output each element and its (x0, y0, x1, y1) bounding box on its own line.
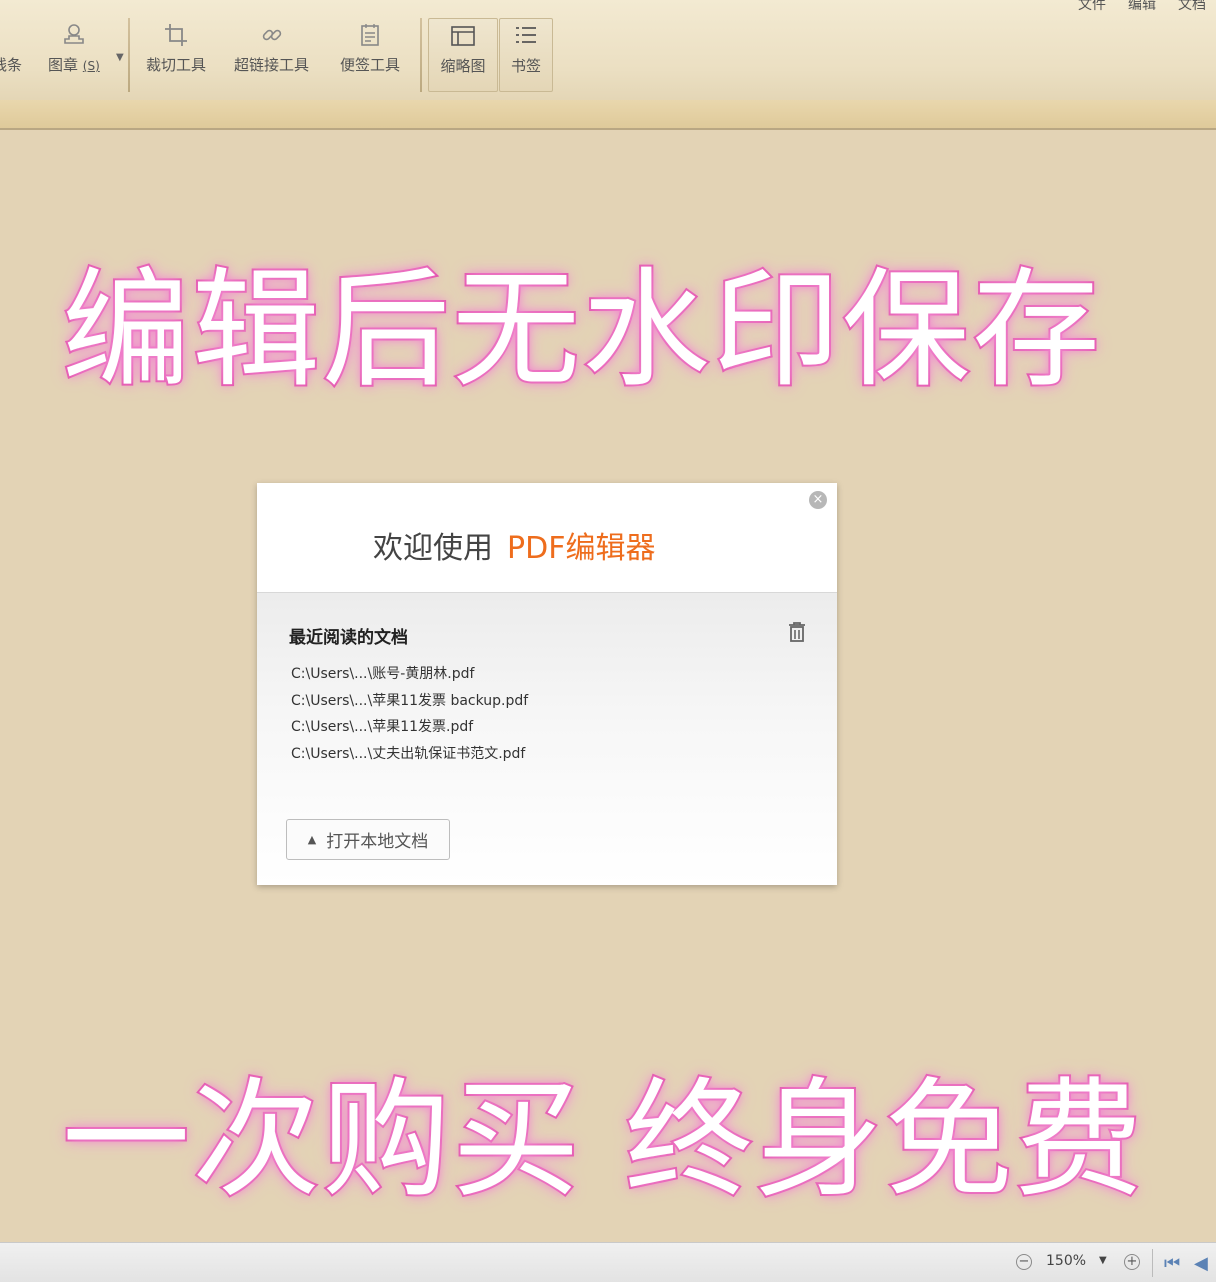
recent-file-item[interactable]: C:\Users\...\苹果11发票 backup.pdf (291, 688, 528, 715)
zoom-out-icon[interactable]: − (1016, 1254, 1032, 1270)
link-icon (259, 22, 285, 48)
thumbnail-view-label: 缩略图 (440, 57, 486, 75)
note-tool-label: 便签工具 (340, 56, 401, 74)
first-page-icon[interactable]: ⏮ (1164, 1253, 1180, 1274)
eject-icon: ▲ (307, 833, 317, 846)
top-menu: 文件 编辑 文档 (1078, 0, 1206, 14)
note-tool-button[interactable]: 便签工具 (340, 22, 400, 82)
stamp-icon (61, 22, 87, 48)
lines-tool-label: 线条 (0, 56, 23, 74)
recent-file-item[interactable]: C:\Users\...\丈夫出轨保证书范文.pdf (291, 741, 528, 768)
bookmark-list-icon (513, 23, 539, 49)
welcome-dialog: 欢迎使用 PDF编辑器 × 最近阅读的文档 C:\Users\...\账号-黄朋林… (257, 483, 837, 885)
recent-documents-panel: 最近阅读的文档 C:\Users\...\账号-黄朋林.pdf C:\Users… (257, 593, 837, 885)
brand-name: PDF编辑器 (507, 531, 656, 566)
sticky-note-icon (357, 22, 383, 48)
welcome-text: 欢迎使用 (373, 531, 493, 566)
open-local-document-label: 打开本地文档 (326, 832, 429, 852)
trash-icon[interactable] (787, 621, 807, 643)
close-icon[interactable]: × (809, 491, 827, 509)
crop-icon (163, 22, 189, 48)
crop-tool-label: 裁切工具 (146, 56, 207, 74)
open-local-document-button[interactable]: ▲ 打开本地文档 (286, 819, 450, 860)
status-divider (1152, 1249, 1153, 1277)
recent-file-item[interactable]: C:\Users\...\苹果11发票.pdf (291, 714, 528, 741)
stamp-tool-label: 图章 (S) (48, 56, 100, 74)
stamp-dropdown-caret[interactable]: ▼ (116, 52, 124, 63)
hyperlink-tool-button[interactable]: 超链接工具 (234, 22, 309, 82)
hyperlink-tool-label: 超链接工具 (234, 56, 310, 74)
zoom-dropdown-caret[interactable]: ▼ (1099, 1255, 1107, 1266)
dialog-header: 欢迎使用 PDF编辑器 × (257, 483, 837, 593)
menu-file[interactable]: 文件 (1078, 0, 1106, 14)
thumbnail-view-button[interactable]: 缩略图 (428, 18, 498, 92)
recent-documents-title: 最近阅读的文档 (289, 628, 408, 648)
bookmark-view-label: 书签 (510, 57, 541, 75)
promo-headline-top: 编辑后无水印保存 (60, 254, 1103, 407)
welcome-heading: 欢迎使用 PDF编辑器 (373, 523, 655, 567)
recent-file-item[interactable]: C:\Users\...\账号-黄朋林.pdf (291, 661, 528, 688)
lines-tool-button[interactable]: 线条 (0, 22, 22, 82)
thumbnail-icon (450, 23, 476, 49)
zoom-level[interactable]: 150% (1046, 1253, 1086, 1269)
promo-headline-bottom: 一次购买 终身免费 (60, 1064, 1145, 1217)
previous-page-icon[interactable]: ◀ (1194, 1253, 1208, 1274)
recent-files-list: C:\Users\...\账号-黄朋林.pdf C:\Users\...\苹果1… (291, 661, 528, 767)
zoom-in-icon[interactable]: + (1124, 1254, 1140, 1270)
toolbar-divider (128, 18, 130, 92)
ribbon-lower-bar (0, 100, 1216, 130)
ribbon-toolbar: 文件 编辑 文档 线条 图章 (S) ▼ 裁切工具 超链接工具 便签工具 (0, 0, 1216, 100)
menu-document[interactable]: 文档 (1178, 0, 1206, 14)
toolbar-divider (420, 18, 422, 92)
menu-edit[interactable]: 编辑 (1128, 0, 1156, 14)
stamp-tool-button[interactable]: 图章 (S) (48, 22, 100, 82)
lines-icon (0, 22, 20, 48)
bookmark-view-button[interactable]: 书签 (499, 18, 553, 92)
status-bar: − 150% ▼ + ⏮ ◀ (0, 1242, 1216, 1282)
crop-tool-button[interactable]: 裁切工具 (146, 22, 206, 82)
